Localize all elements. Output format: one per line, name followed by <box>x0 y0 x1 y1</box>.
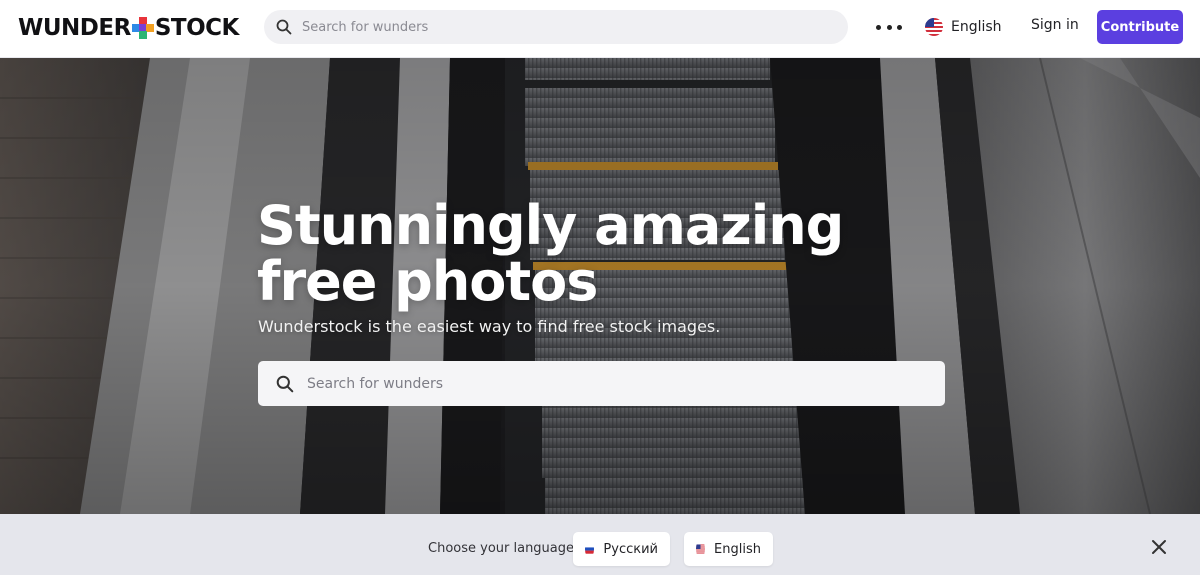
language-label: English <box>951 19 1002 35</box>
ru-flag-icon <box>585 544 595 554</box>
language-option-label: Русский <box>603 541 658 557</box>
more-horizontal-icon <box>886 24 892 30</box>
more-options-button[interactable] <box>876 17 902 37</box>
search-icon <box>276 375 294 392</box>
language-selector-button[interactable]: English <box>925 15 1002 39</box>
hero-title: Stunningly amazing free photos <box>257 198 957 310</box>
header-search-bar[interactable] <box>264 10 848 44</box>
hero-section: Stunningly amazing free photos Wundersto… <box>0 58 1200 514</box>
hero-title-line-2: free photos <box>257 250 598 313</box>
more-horizontal-icon <box>876 24 881 30</box>
search-icon <box>276 19 292 35</box>
us-flag-icon <box>696 544 706 554</box>
top-navbar: WUNDER STOCK English <box>0 0 1200 58</box>
language-option-russian[interactable]: Русский <box>573 532 670 566</box>
hero-subtitle: Wunderstock is the easiest way to find f… <box>258 317 721 336</box>
close-icon[interactable] <box>1150 538 1168 556</box>
language-selection-bar: Choose your language Русский English <box>0 514 1200 575</box>
more-horizontal-icon <box>897 24 902 30</box>
hero-search-bar[interactable] <box>258 361 945 406</box>
logo-text-left: WUNDER <box>18 15 131 41</box>
choose-language-label: Choose your language <box>428 541 575 556</box>
logo-plus-icon <box>131 17 154 39</box>
wunderstock-logo[interactable]: WUNDER STOCK <box>18 13 239 43</box>
us-flag-icon <box>925 18 943 36</box>
hero-title-line-1: Stunningly amazing <box>257 194 844 257</box>
hero-search-input[interactable] <box>307 375 945 392</box>
sign-in-link[interactable]: Sign in <box>1031 17 1079 33</box>
contribute-button[interactable]: Contribute <box>1097 10 1183 44</box>
language-option-label: English <box>714 541 761 557</box>
header-search-input[interactable] <box>302 19 848 35</box>
language-option-english[interactable]: English <box>684 532 773 566</box>
logo-text-right: STOCK <box>154 15 240 41</box>
